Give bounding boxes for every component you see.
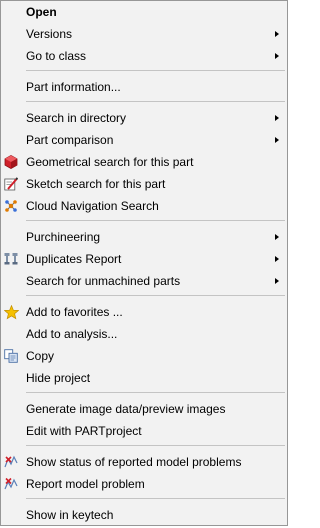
- submenu-arrow-icon: [275, 278, 279, 284]
- menu-item-label: Generate image data/preview images: [26, 402, 226, 416]
- menu-item-purchineering[interactable]: Purchineering: [3, 226, 285, 248]
- menu-separator: [26, 498, 285, 499]
- submenu-arrow-icon: [275, 115, 279, 121]
- menu-separator: [26, 445, 285, 446]
- menu-separator: [26, 392, 285, 393]
- menu-item-search-in-directory[interactable]: Search in directory: [3, 107, 285, 129]
- menu-item-search-unmachined-parts[interactable]: Search for unmachined parts: [3, 270, 285, 292]
- menu-item-duplicates-report[interactable]: Duplicates Report: [3, 248, 285, 270]
- cloud-navigation-icon: [3, 198, 19, 214]
- menu-item-part-comparison[interactable]: Part comparison: [3, 129, 285, 151]
- menu-item-label: Hide project: [26, 371, 91, 385]
- report-model-problem-icon: [3, 476, 19, 492]
- menu-item-label: Versions: [26, 27, 73, 41]
- menu-item-add-to-favorites[interactable]: Add to favorites ...: [3, 301, 285, 323]
- menu-item-label: Geometrical search for this part: [26, 155, 194, 169]
- menu-item-label: Search in directory: [26, 111, 127, 125]
- menu-item-label: Show status of reported model problems: [26, 455, 242, 469]
- duplicates-report-icon: [3, 251, 19, 267]
- menu-item-label: Show in keytech: [26, 508, 114, 522]
- menu-item-geometrical-search[interactable]: Geometrical search for this part: [3, 151, 285, 173]
- submenu-arrow-icon: [275, 31, 279, 37]
- menu-item-label: Go to class: [26, 49, 87, 63]
- menu-item-label: Duplicates Report: [26, 252, 122, 266]
- copy-icon: [3, 348, 19, 364]
- submenu-arrow-icon: [275, 256, 279, 262]
- menu-item-open[interactable]: Open: [3, 1, 285, 23]
- menu-item-show-status-model-problems[interactable]: Show status of reported model problems: [3, 451, 285, 473]
- model-problem-status-icon: [3, 454, 19, 470]
- menu-item-label: Purchineering: [26, 230, 101, 244]
- menu-item-sketch-search[interactable]: Sketch search for this part: [3, 173, 285, 195]
- menu-item-hide-project[interactable]: Hide project: [3, 367, 285, 389]
- menu-separator: [26, 220, 285, 221]
- menu-separator: [26, 70, 285, 71]
- menu-item-versions[interactable]: Versions: [3, 23, 285, 45]
- menu-item-part-information[interactable]: Part information...: [3, 76, 285, 98]
- menu-item-label: Copy: [26, 349, 55, 363]
- menu-item-edit-with-partproject[interactable]: Edit with PARTproject: [3, 420, 285, 442]
- menu-separator: [26, 101, 285, 102]
- menu-item-add-to-analysis[interactable]: Add to analysis...: [3, 323, 285, 345]
- menu-item-label: Cloud Navigation Search: [26, 199, 159, 213]
- menu-item-label: Part comparison: [26, 133, 114, 147]
- menu-item-label: Search for unmachined parts: [26, 274, 181, 288]
- menu-item-go-to-class[interactable]: Go to class: [3, 45, 285, 67]
- menu-item-label: Report model problem: [26, 477, 145, 491]
- menu-item-label: Add to favorites ...: [26, 305, 123, 319]
- menu-item-label: Part information...: [26, 80, 121, 94]
- context-menu: Open Versions Go to class Part informati…: [0, 0, 288, 526]
- menu-item-report-model-problem[interactable]: Report model problem: [3, 473, 285, 495]
- menu-separator: [26, 295, 285, 296]
- menu-item-label: Edit with PARTproject: [26, 424, 142, 438]
- star-icon: [3, 304, 19, 320]
- menu-item-cloud-navigation-search[interactable]: Cloud Navigation Search: [3, 195, 285, 217]
- menu-item-label: Add to analysis...: [26, 327, 118, 341]
- menu-item-show-in-keytech[interactable]: Show in keytech: [3, 504, 285, 526]
- menu-item-label: Sketch search for this part: [26, 177, 166, 191]
- submenu-arrow-icon: [275, 53, 279, 59]
- geometric-search-icon: [3, 154, 19, 170]
- submenu-arrow-icon: [275, 137, 279, 143]
- menu-item-generate-image-data[interactable]: Generate image data/preview images: [3, 398, 285, 420]
- menu-item-label: Open: [26, 5, 57, 19]
- menu-item-copy[interactable]: Copy: [3, 345, 285, 367]
- submenu-arrow-icon: [275, 234, 279, 240]
- sketch-search-icon: [3, 176, 19, 192]
